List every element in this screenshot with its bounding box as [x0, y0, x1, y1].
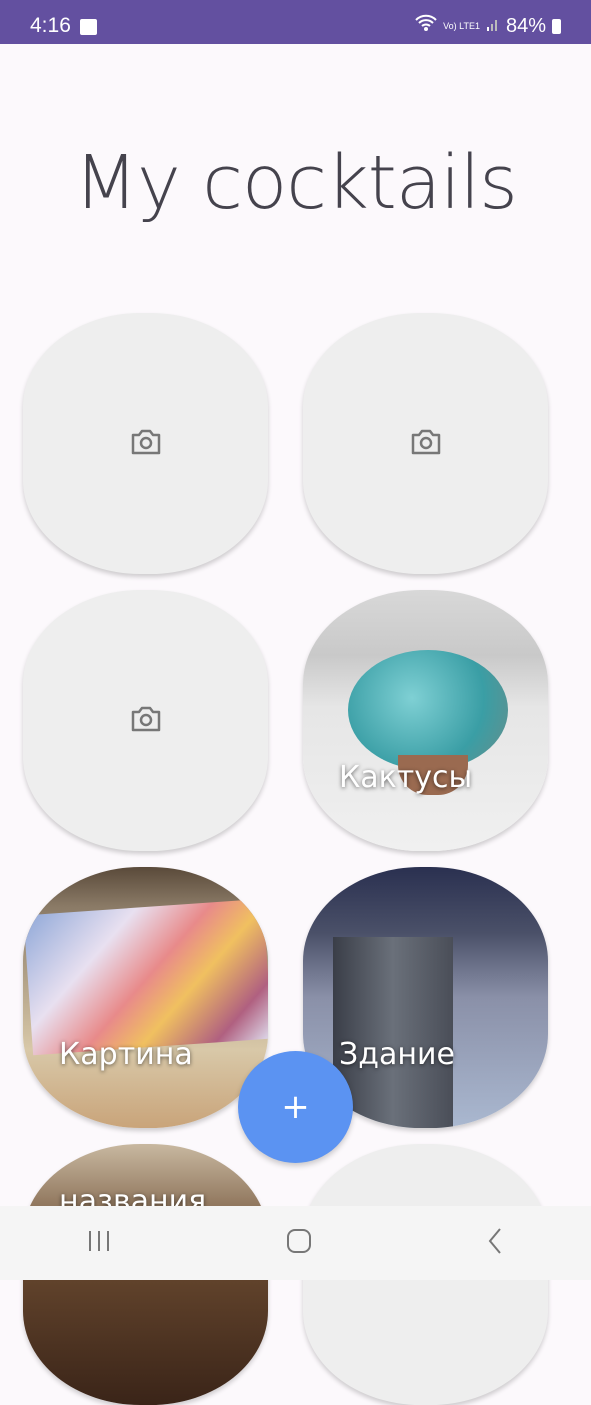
cocktail-card[interactable]: Кактусы — [303, 590, 548, 851]
camera-icon — [130, 705, 162, 737]
status-bar: 4:16 Vo) LTE1 84% — [0, 0, 591, 44]
battery-icon — [552, 18, 561, 34]
cocktail-card[interactable]: Картина — [23, 867, 268, 1128]
status-time: 4:16 — [30, 14, 71, 37]
page-title: My cocktails — [74, 140, 518, 226]
card-label: Картина — [59, 1037, 193, 1072]
cocktail-card[interactable] — [23, 590, 268, 851]
home-button[interactable] — [286, 1228, 312, 1258]
wifi-icon — [415, 14, 437, 38]
camera-icon — [130, 428, 162, 460]
add-cocktail-button[interactable]: + — [238, 1051, 353, 1163]
recent-apps-button[interactable] — [87, 1229, 113, 1257]
signal-icon — [486, 15, 500, 38]
battery-percent: 84% — [505, 14, 546, 37]
camera-icon — [410, 428, 442, 460]
cocktail-card[interactable] — [303, 313, 548, 574]
card-label: Кактусы — [339, 760, 473, 795]
gallery-notification-icon — [80, 19, 97, 35]
network-type: Vo) LTE1 — [443, 20, 480, 31]
card-label: Здание — [339, 1037, 455, 1072]
card-photo — [348, 650, 508, 770]
back-button[interactable] — [486, 1227, 504, 1259]
navigation-bar — [0, 1206, 591, 1280]
card-photo — [23, 898, 268, 1056]
cocktail-card[interactable] — [23, 313, 268, 574]
